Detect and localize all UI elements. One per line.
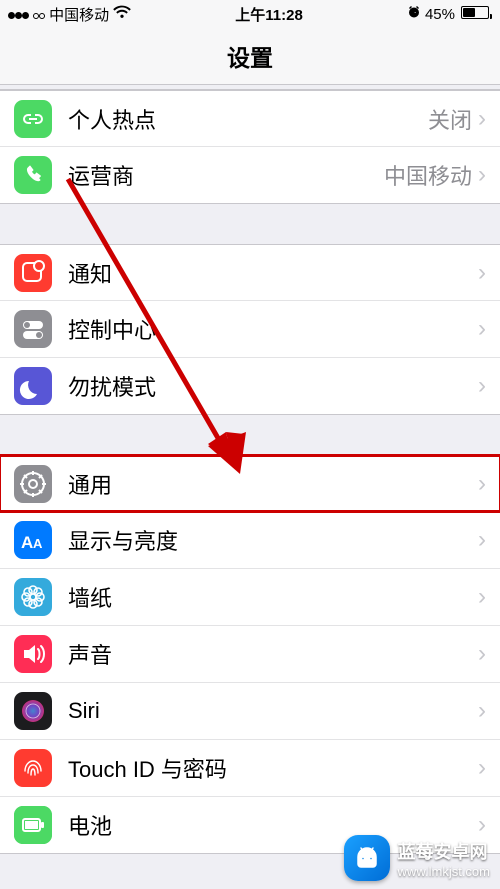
row-notifications[interactable]: 通知 › bbox=[0, 244, 500, 301]
row-label: 通用 bbox=[68, 468, 478, 500]
row-detail: 关闭 bbox=[428, 103, 472, 135]
siri-icon bbox=[14, 692, 52, 730]
row-personal-hotspot[interactable]: 个人热点 关闭 › bbox=[0, 90, 500, 147]
gear-icon bbox=[14, 465, 52, 503]
moon-icon bbox=[14, 367, 52, 405]
chevron-right-icon: › bbox=[478, 697, 486, 725]
row-label: 个人热点 bbox=[68, 103, 428, 135]
status-time: 上午11:28 bbox=[235, 4, 303, 25]
notification-icon bbox=[14, 254, 52, 292]
phone-icon bbox=[14, 156, 52, 194]
link-icon bbox=[14, 100, 52, 138]
battery-icon bbox=[459, 6, 492, 23]
carrier-label: 中国移动 bbox=[49, 4, 109, 25]
row-detail: 中国移动 bbox=[384, 159, 472, 191]
row-display-brightness[interactable]: AA 显示与亮度 › bbox=[0, 512, 500, 569]
battery-percent: 45% bbox=[425, 6, 455, 23]
row-carrier[interactable]: 运营商 中国移动 › bbox=[0, 147, 500, 204]
group-general-display: 通用 › AA 显示与亮度 › 墙纸 › 声音 › Siri › Touch I… bbox=[0, 455, 500, 854]
row-general[interactable]: 通用 › bbox=[0, 455, 500, 512]
row-label: 控制中心 bbox=[68, 313, 478, 345]
status-left: 中国移动 bbox=[8, 4, 131, 25]
row-sound[interactable]: 声音 › bbox=[0, 626, 500, 683]
row-label: 勿扰模式 bbox=[68, 370, 478, 402]
row-label: 声音 bbox=[68, 638, 478, 670]
chevron-right-icon: › bbox=[478, 315, 486, 343]
watermark: 蓝莓安卓网 www.lmkjst.com bbox=[344, 835, 490, 881]
status-right: 45% bbox=[407, 5, 492, 23]
flower-icon bbox=[14, 578, 52, 616]
page-title: 设置 bbox=[227, 39, 273, 73]
row-label: Touch ID 与密码 bbox=[68, 752, 478, 784]
alarm-icon bbox=[407, 5, 421, 23]
chevron-right-icon: › bbox=[478, 470, 486, 498]
chevron-right-icon: › bbox=[478, 259, 486, 287]
row-do-not-disturb[interactable]: 勿扰模式 › bbox=[0, 358, 500, 415]
watermark-url: www.lmkjst.com bbox=[398, 864, 490, 879]
speaker-icon bbox=[14, 635, 52, 673]
status-bar: 中国移动 上午11:28 45% bbox=[0, 0, 500, 28]
chevron-right-icon: › bbox=[478, 526, 486, 554]
battery-row-icon bbox=[14, 806, 52, 844]
switches-icon bbox=[14, 310, 52, 348]
row-touchid[interactable]: Touch ID 与密码 › bbox=[0, 740, 500, 797]
group-spacer bbox=[0, 415, 500, 455]
svg-text:A: A bbox=[21, 533, 33, 552]
group-spacer bbox=[0, 204, 500, 244]
wifi-icon bbox=[113, 5, 131, 23]
text-size-icon: AA bbox=[14, 521, 52, 559]
chevron-right-icon: › bbox=[478, 105, 486, 133]
chevron-right-icon: › bbox=[478, 754, 486, 782]
row-label: 显示与亮度 bbox=[68, 524, 478, 556]
row-wallpaper[interactable]: 墙纸 › bbox=[0, 569, 500, 626]
watermark-logo-icon bbox=[344, 835, 390, 881]
group-connectivity: 个人热点 关闭 › 运营商 中国移动 › bbox=[0, 90, 500, 204]
chevron-right-icon: › bbox=[478, 640, 486, 668]
group-notifications: 通知 › 控制中心 › 勿扰模式 › bbox=[0, 244, 500, 415]
fingerprint-icon bbox=[14, 749, 52, 787]
svg-text:A: A bbox=[33, 536, 43, 551]
row-label: 通知 bbox=[68, 257, 478, 289]
row-label: 运营商 bbox=[68, 159, 384, 191]
watermark-name: 蓝莓安卓网 bbox=[398, 838, 488, 864]
chevron-right-icon: › bbox=[478, 161, 486, 189]
chevron-right-icon: › bbox=[478, 583, 486, 611]
nav-bar: 设置 bbox=[0, 28, 500, 85]
signal-icon bbox=[8, 6, 45, 23]
row-label: Siri bbox=[68, 698, 478, 724]
chevron-right-icon: › bbox=[478, 372, 486, 400]
row-label: 墙纸 bbox=[68, 581, 478, 613]
row-siri[interactable]: Siri › bbox=[0, 683, 500, 740]
row-control-center[interactable]: 控制中心 › bbox=[0, 301, 500, 358]
